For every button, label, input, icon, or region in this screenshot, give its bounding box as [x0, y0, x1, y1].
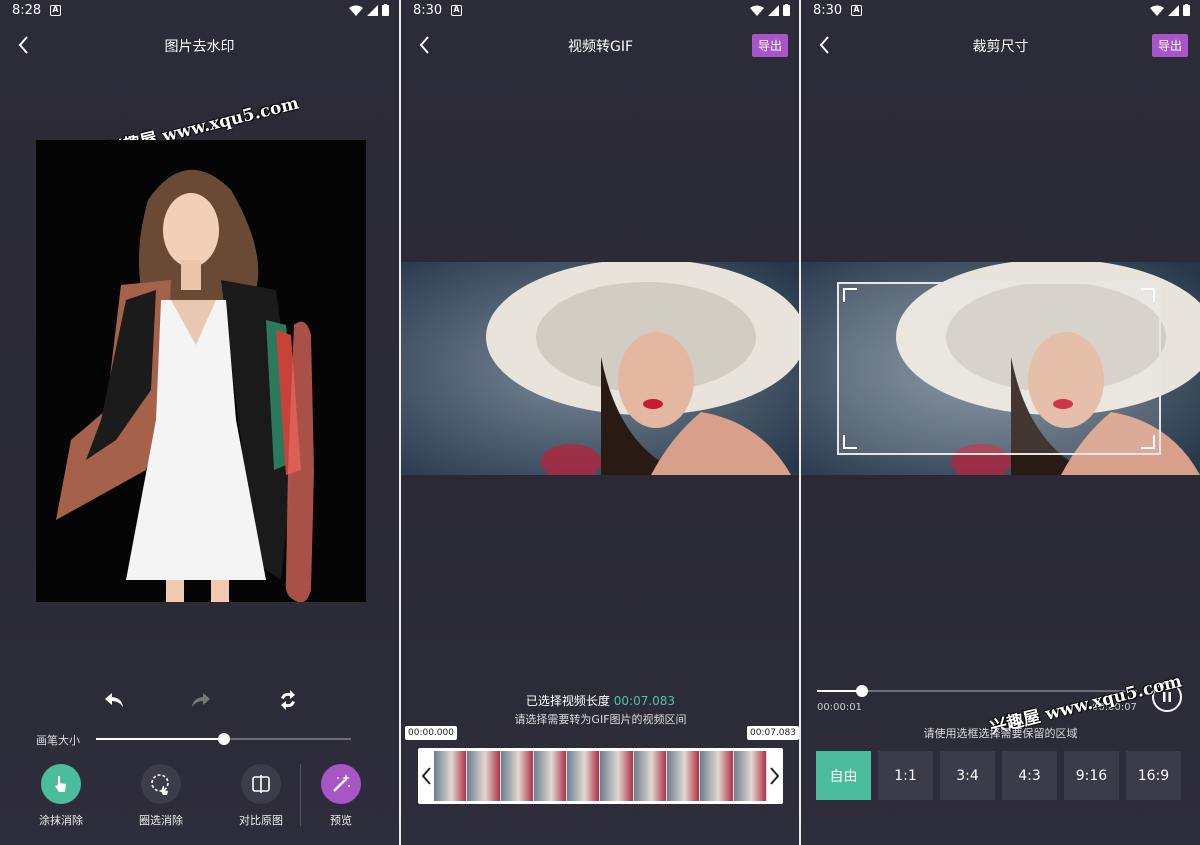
action-label: 对比原图	[239, 814, 283, 827]
compare-original-button[interactable]: 对比原图	[221, 764, 301, 828]
status-bar: 8:30 A	[801, 0, 1200, 22]
frame-thumbnail	[733, 751, 767, 801]
crop-hint: 请使用选框选择需要保留的区域	[923, 727, 1078, 740]
notification-a-icon: A	[451, 5, 462, 16]
panel-remove-watermark: 8:28 A 图片去水印 兴趣屋 www.xqu5.com 画笔大小 涂抹消除 …	[0, 0, 399, 845]
signal-icon	[367, 4, 378, 16]
system-icons	[1150, 4, 1190, 16]
battery-icon	[382, 4, 389, 16]
undo-icon[interactable]	[102, 688, 126, 712]
page-title: 视频转GIF	[567, 39, 634, 55]
crop-selection-box[interactable]	[837, 282, 1161, 455]
frame-thumbnail	[567, 751, 601, 801]
brush-size-fill	[96, 738, 224, 740]
ratio-free-button[interactable]: 自由	[816, 751, 871, 800]
selected-length-label: 已选择视频长度	[525, 694, 610, 708]
ratio-4-3-button[interactable]: 4:3	[1002, 751, 1057, 800]
frame-thumbnails	[434, 751, 767, 801]
end-time-tag: 00:07.083	[747, 726, 799, 740]
signal-icon	[1168, 4, 1179, 16]
action-label: 涂抹消除	[39, 814, 83, 827]
panel-crop-size: 8:30 A 裁剪尺寸 导出 00:00:01 00:00:07 兴趣屋 www…	[801, 0, 1200, 845]
ratio-16-9-button[interactable]: 16:9	[1126, 751, 1181, 800]
right-handle-icon[interactable]	[767, 765, 781, 787]
compare-icon	[241, 764, 281, 804]
wifi-icon	[1150, 5, 1164, 16]
ratio-1-1-button[interactable]: 1:1	[878, 751, 933, 800]
lasso-erase-button[interactable]: 圈选消除	[121, 764, 201, 828]
frame-thumbnail	[533, 751, 568, 801]
brush-size-label: 画笔大小	[36, 734, 80, 747]
redo-icon[interactable]	[189, 688, 213, 712]
finger-touch-icon	[41, 764, 81, 804]
start-time-tag: 00:00.000	[405, 726, 457, 740]
frame-thumbnail	[500, 751, 534, 801]
action-label: 圈选消除	[139, 814, 183, 827]
frame-thumbnail	[434, 751, 468, 801]
woman-photo	[36, 140, 366, 602]
magic-wand-icon	[321, 764, 361, 804]
frame-thumbnail	[667, 751, 701, 801]
frame-thumbnail	[633, 751, 668, 801]
notification-a-icon: A	[851, 5, 862, 16]
system-icons	[750, 4, 790, 16]
frame-thumbnail	[600, 751, 634, 801]
wifi-icon	[750, 5, 764, 16]
action-label: 预览	[330, 814, 352, 827]
ratio-3-4-button[interactable]: 3:4	[940, 751, 995, 800]
battery-icon	[783, 4, 790, 16]
frame-thumbnail	[700, 751, 734, 801]
reset-icon[interactable]	[276, 688, 300, 712]
status-bar: 8:28 A	[0, 0, 399, 22]
top-bar: 视频转GIF 导出	[401, 28, 800, 62]
page-title: 图片去水印	[164, 39, 235, 55]
brush-size-knob[interactable]	[218, 733, 230, 745]
selected-length: 已选择视频长度 00:07.083	[401, 692, 800, 709]
system-icons	[349, 4, 389, 16]
signal-icon	[768, 4, 779, 16]
range-hint: 请选择需要转为GIF图片的视频区间	[514, 713, 687, 726]
crop-corner-top-right[interactable]	[1141, 288, 1155, 302]
status-time: 8:30	[413, 3, 443, 18]
crop-corner-bottom-right[interactable]	[1141, 435, 1155, 449]
ratio-9-16-button[interactable]: 9:16	[1064, 751, 1119, 800]
panel-video-to-gif: 8:30 A 视频转GIF 导出 已选择视频长度 00:07.083 请选择需要…	[401, 0, 800, 845]
frame-thumbnail	[467, 751, 501, 801]
playback-knob[interactable]	[856, 685, 868, 697]
top-bar: 裁剪尺寸 导出	[801, 28, 1200, 62]
video-preview	[401, 262, 800, 475]
crop-corner-top-left[interactable]	[843, 288, 857, 302]
left-handle-icon[interactable]	[420, 765, 434, 787]
lasso-select-icon	[141, 764, 181, 804]
smear-erase-button[interactable]: 涂抹消除	[21, 764, 101, 828]
crop-corner-bottom-left[interactable]	[843, 435, 857, 449]
selected-length-value: 00:07.083	[613, 694, 676, 708]
hat-woman-frame	[401, 262, 800, 475]
wifi-icon	[349, 5, 363, 16]
status-time: 8:28	[12, 3, 42, 18]
export-button[interactable]: 导出	[751, 34, 788, 57]
photo-canvas[interactable]	[36, 140, 366, 602]
current-time: 00:00:01	[817, 702, 862, 713]
history-toolbar	[0, 688, 399, 712]
frame-strip[interactable]	[418, 748, 783, 804]
battery-icon	[1183, 4, 1190, 16]
top-bar: 图片去水印	[0, 28, 399, 62]
page-title: 裁剪尺寸	[972, 39, 1029, 55]
status-bar: 8:30 A	[401, 0, 800, 22]
status-time: 8:30	[813, 3, 843, 18]
notification-a-icon: A	[50, 5, 61, 16]
export-button[interactable]: 导出	[1151, 34, 1188, 57]
preview-button[interactable]: 预览	[301, 764, 381, 828]
